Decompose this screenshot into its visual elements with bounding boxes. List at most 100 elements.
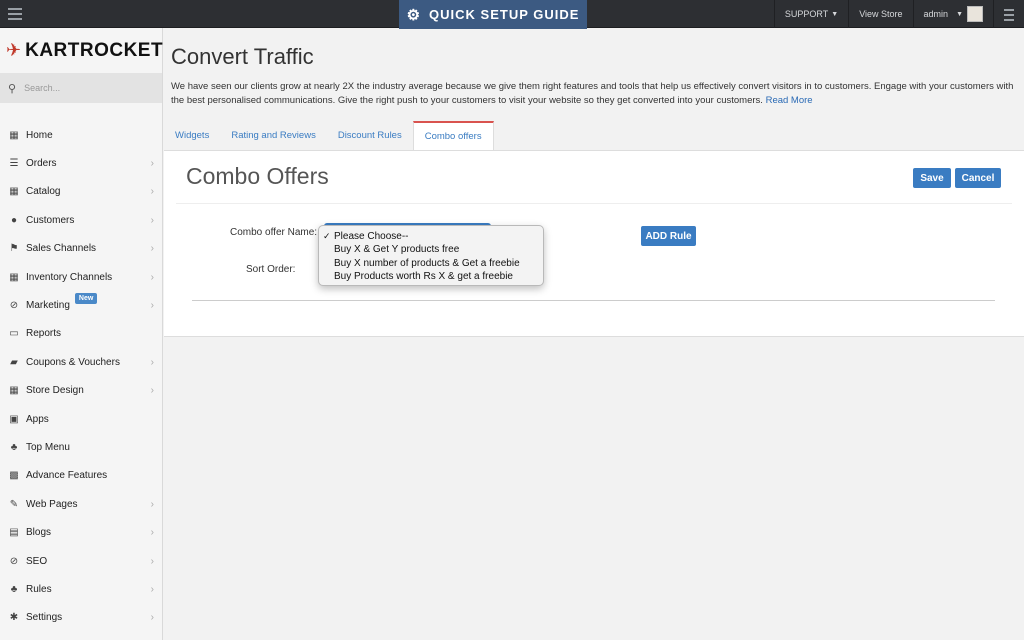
features-icon: ▩ [9,470,19,482]
sidebar-item-advance-features[interactable]: ▩ Advance Features [0,462,162,490]
settings-icon: ✱ [9,612,19,624]
caret-down-icon: ▼ [831,10,839,18]
sidebar-item-label: Reports [26,328,62,340]
tab-discount-rules[interactable]: Discount Rules [327,121,413,150]
support-label: SUPPORT [784,9,829,19]
hamburger-menu-icon[interactable] [8,8,22,20]
sidebar-item-label: Catalog [26,186,61,198]
chevron-right-icon: › [150,555,154,567]
sidebar-item-marketing[interactable]: ⊘ Marketing New › [0,291,162,319]
brand-logo[interactable]: ✈ KARTROCKET [0,28,164,73]
sidebar-item-web-pages[interactable]: ✎ Web Pages › [0,490,162,518]
chevron-right-icon: › [150,385,154,397]
chevron-right-icon: › [150,300,154,312]
sidebar-item-sales-channels[interactable]: ⚑ Sales Channels › [0,235,162,263]
add-rule-button[interactable]: ADD Rule [641,226,696,246]
support-dropdown[interactable]: SUPPORT ▼ [773,0,848,28]
sidebar-item-label: Coupons & Vouchers [26,356,120,368]
chevron-right-icon: › [150,271,154,283]
sidebar-item-inventory-channels[interactable]: ▦ Inventory Channels › [0,263,162,291]
main-content: Convert Traffic We have seen our clients… [164,28,1024,640]
sidebar-item-label: Web Pages [26,498,78,510]
cancel-button[interactable]: Cancel [955,168,1001,188]
seo-icon: ⊘ [9,555,19,567]
sidebar-item-orders[interactable]: ☰ Orders › [0,149,162,177]
sidebar-item-label: Advance Features [26,470,108,482]
sidebar-item-label: Customers [26,214,75,226]
sidebar-item-label: Home [26,129,53,141]
sidebar-item-label: Rules [26,583,52,595]
sidebar-item-label: Apps [26,413,49,425]
avatar [967,6,983,22]
admin-dropdown[interactable]: admin ▼ [912,0,993,28]
dropdown-option[interactable]: ✓ Please Choose-- [319,230,543,243]
sidebar-item-store-design[interactable]: ▦ Store Design › [0,377,162,405]
chevron-right-icon: › [150,498,154,510]
sidebar-item-catalog[interactable]: ▦ Catalog › [0,178,162,206]
dropdown-option-label: Buy Products worth Rs X & get a freebie [334,270,513,282]
sidebar-item-home[interactable]: ▦ Home [0,121,162,149]
tab-bar: Widgets Rating and Reviews Discount Rules C… [164,121,494,150]
marketing-icon: ⊘ [9,300,19,312]
search-box[interactable]: ⚲ Search... [0,73,162,103]
sidebar-item-reports[interactable]: ▭ Reports [0,320,162,348]
sidebar-item-settings[interactable]: ✱ Settings › [0,604,162,632]
grid-icon: ▦ [9,271,19,283]
rocket-icon: ✈ [6,40,22,60]
save-button[interactable]: Save [913,168,951,188]
search-icon: ⚲ [8,82,17,95]
sidebar-item-apps[interactable]: ▣ Apps [0,405,162,433]
page-title: Convert Traffic [171,44,314,69]
caret-down-icon: ▼ [956,10,963,18]
tab-combo-offers[interactable]: Combo offers [412,121,494,150]
view-store-label: View Store [859,9,903,19]
top-bar: ⚙ QUICK SETUP GUIDE SUPPORT ▼ View Store… [0,0,1024,29]
sidebar-item-customers[interactable]: ● Customers › [0,206,162,234]
dropdown-option-label: Please Choose-- [334,231,409,242]
design-icon: ▦ [9,385,19,397]
tab-rating-and-reviews[interactable]: Rating and Reviews [220,121,327,150]
sidebar-item-blogs[interactable]: ▤ Blogs › [0,518,162,546]
apps-icon: ▣ [9,413,19,425]
gear-icon: ⚙ [406,6,422,24]
dropdown-option[interactable]: Buy X number of products & Get a freebie [319,257,543,270]
pencil-icon: ✎ [9,498,19,510]
new-badge: New [74,293,98,305]
combo-offers-panel: Combo Offers Save Cancel Combo offer Nam… [164,150,1024,337]
sidebar-item-label: Store Design [26,385,84,397]
dropdown-option[interactable]: Buy X & Get Y products free [319,243,543,256]
sidebar-item-rules[interactable]: ♣ Rules › [0,575,162,603]
view-store-link[interactable]: View Store [848,0,912,28]
sitemap-icon: ♣ [10,441,18,453]
sidebar-item-top-menu[interactable]: ♣ Top Menu [0,433,162,461]
search-input[interactable]: Search... [24,83,60,93]
combo-offer-name-label: Combo offer Name: [230,227,318,238]
sidebar-item-label: Inventory Channels [26,271,113,283]
quick-setup-guide-button[interactable]: ⚙ QUICK SETUP GUIDE [399,0,587,29]
sidebar-item-coupons-vouchers[interactable]: ▰ Coupons & Vouchers › [0,348,162,376]
brand-name: KARTROCKET [25,39,164,61]
tab-widgets[interactable]: Widgets [164,121,220,150]
rules-icon: ♣ [10,583,18,595]
read-more-link[interactable]: Read More [766,95,813,106]
right-menu-button[interactable] [993,0,1024,28]
home-icon: ▦ [9,129,19,141]
calendar-icon: ▤ [9,527,19,539]
top-right-menu: SUPPORT ▼ View Store admin ▼ [773,0,1024,28]
intro-text: We have seen our clients grow at nearly … [171,80,1019,108]
menu-icon [1004,9,1014,21]
sidebar-item-seo[interactable]: ⊘ SEO › [0,547,162,575]
coupon-icon: ▰ [10,356,18,368]
sidebar-item-label: Marketing [26,300,70,312]
dropdown-option-label: Buy X & Get Y products free [334,244,460,256]
sort-order-label: Sort Order: [246,264,296,275]
dropdown-option-label: Buy X number of products & Get a freebie [334,257,520,269]
chevron-right-icon: › [150,527,154,539]
flag-icon: ⚑ [9,243,19,255]
sidebar-item-label: Orders [26,158,57,170]
divider [192,300,995,301]
chevron-right-icon: › [150,214,154,226]
dropdown-option[interactable]: Buy Products worth Rs X & get a freebie [319,270,543,283]
quick-setup-label: QUICK SETUP GUIDE [429,7,580,22]
chevron-right-icon: › [150,186,154,198]
